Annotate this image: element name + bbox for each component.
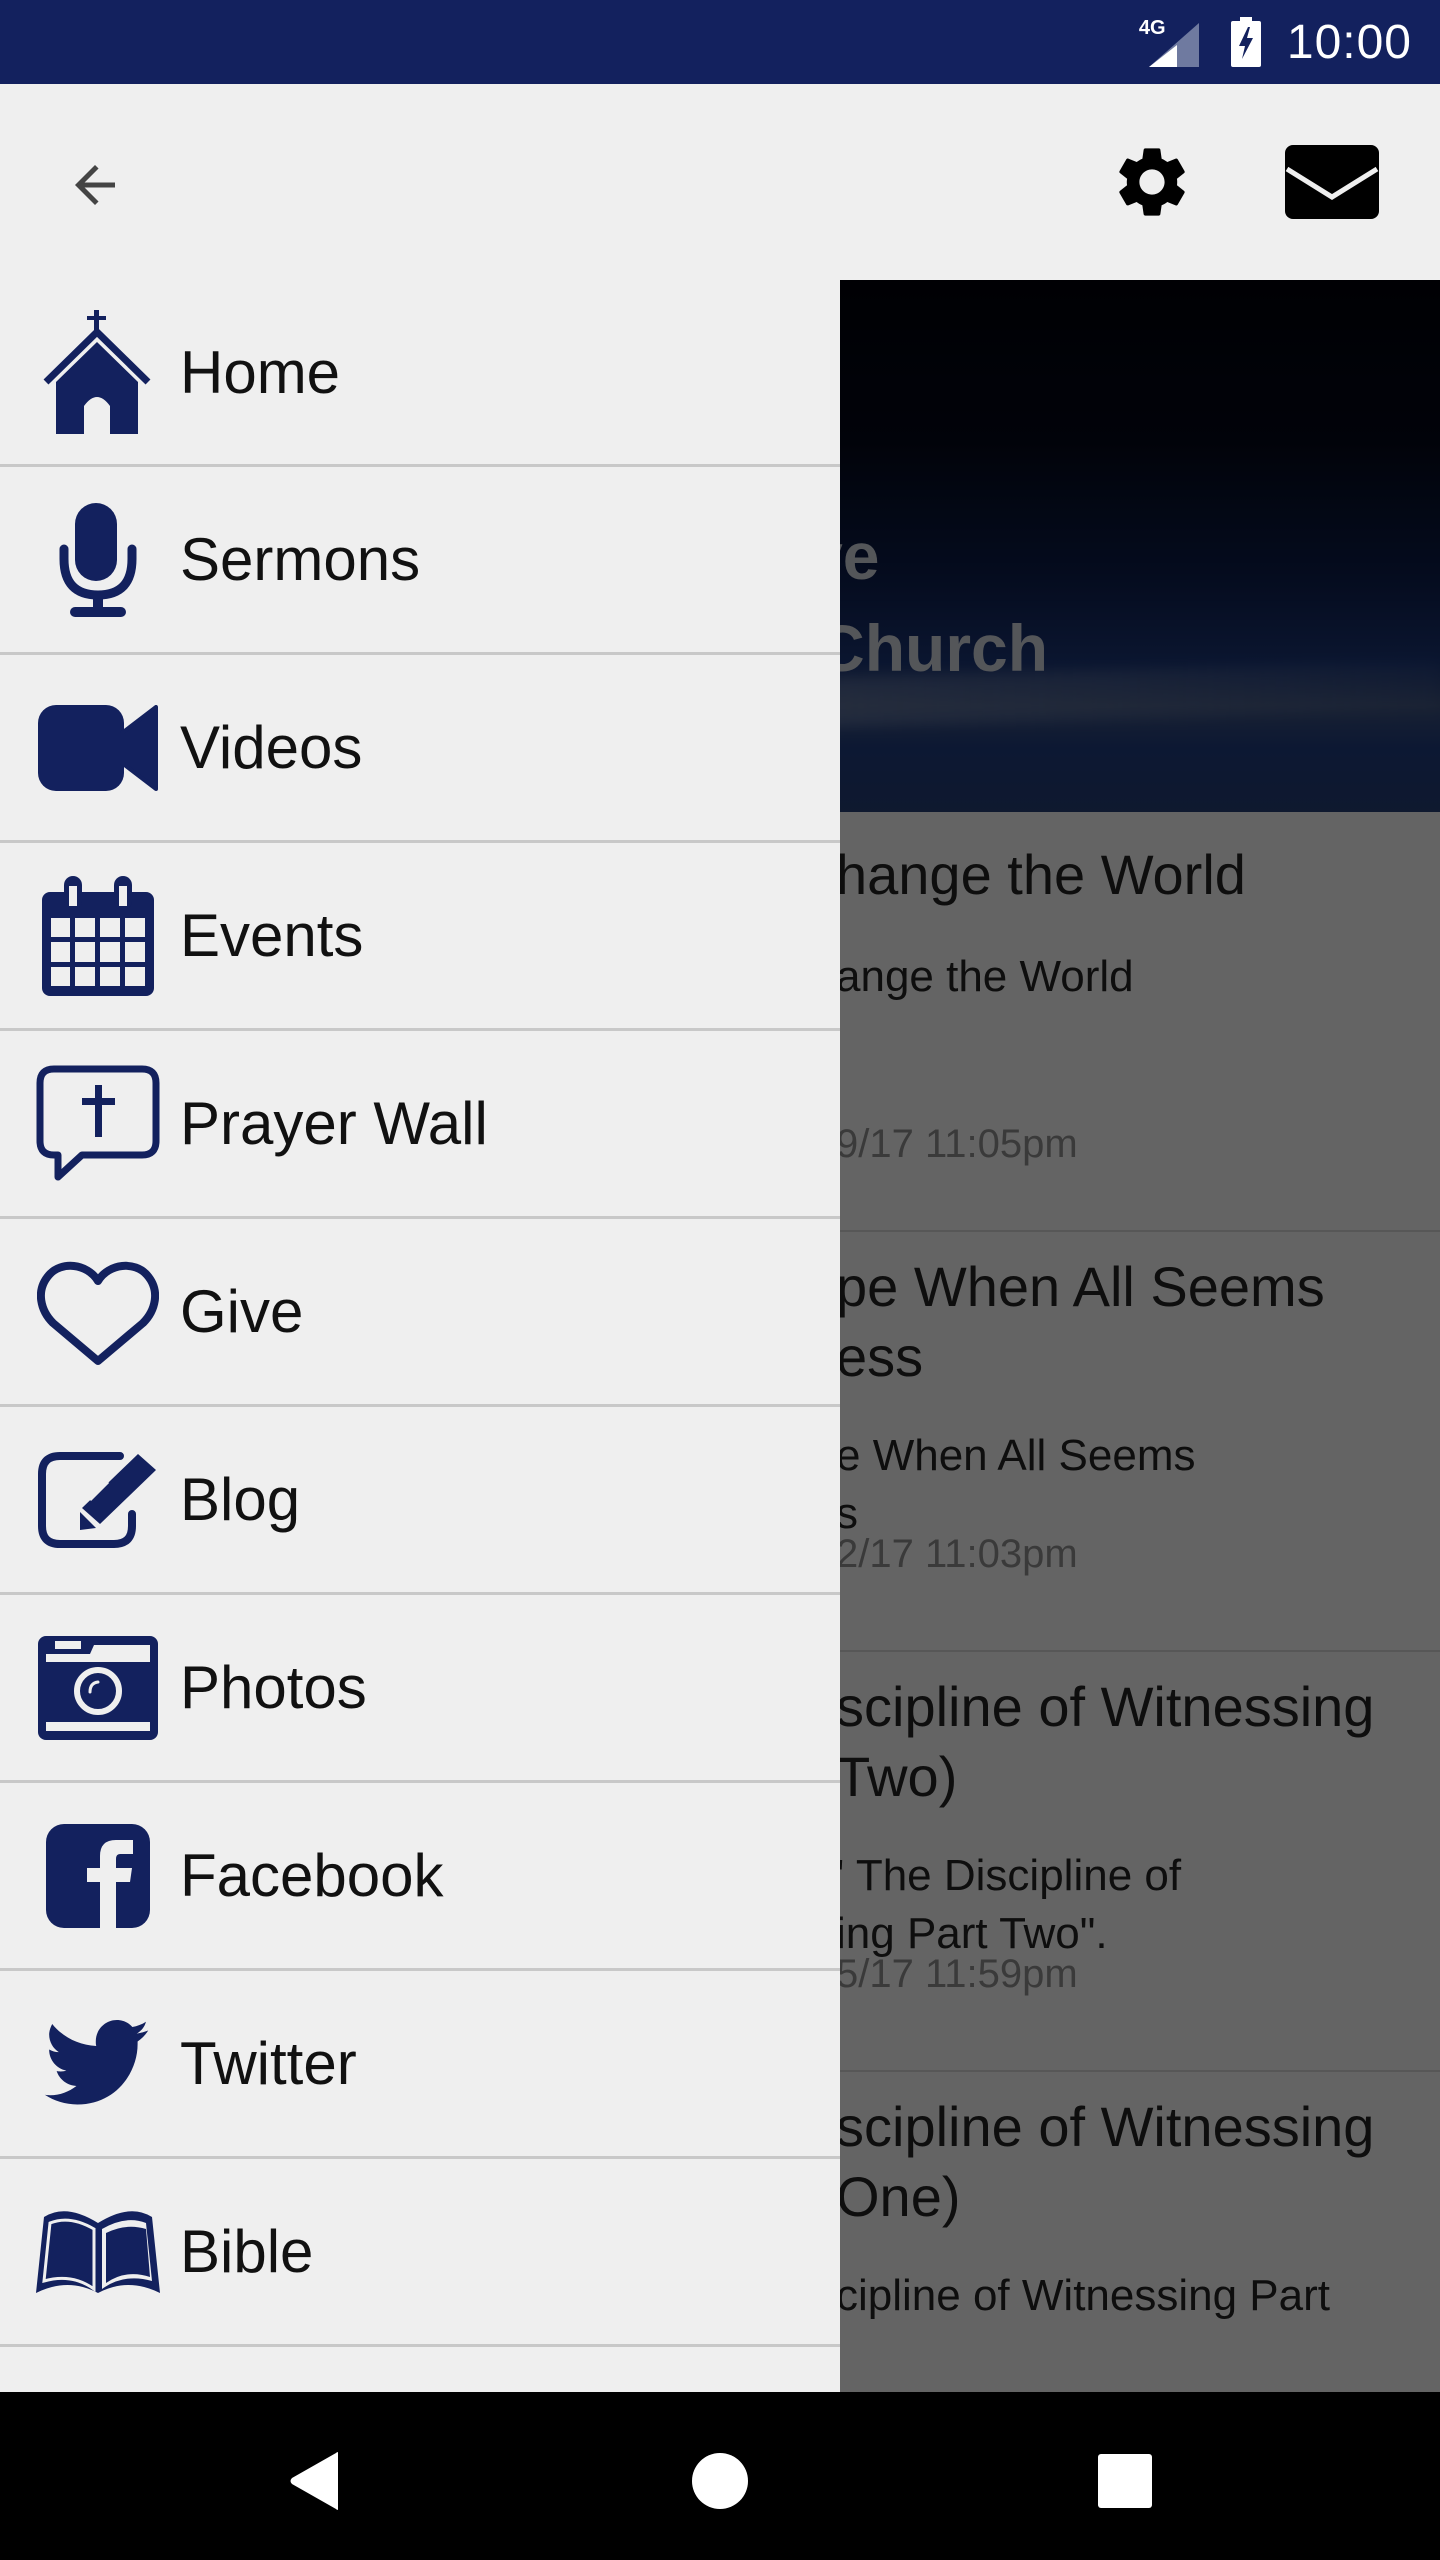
navigation-drawer: Home Sermons Videos Events Prayer Wall G… bbox=[0, 280, 840, 2392]
drawer-item-label: Bible bbox=[180, 2218, 314, 2285]
toolbar bbox=[0, 84, 1440, 280]
back-button[interactable] bbox=[50, 140, 140, 230]
gear-icon bbox=[1119, 148, 1185, 216]
drawer-item-label: Prayer Wall bbox=[180, 1090, 488, 1157]
mail-button[interactable] bbox=[1270, 130, 1394, 234]
drawer-item-label: Sermons bbox=[180, 526, 421, 593]
clock: 10:00 bbox=[1286, 15, 1412, 69]
facebook-icon bbox=[36, 1814, 160, 1938]
drawer-item-facebook[interactable]: Facebook bbox=[0, 1783, 840, 1971]
video-camera-icon bbox=[36, 686, 160, 810]
twitter-icon bbox=[36, 2002, 160, 2126]
camera-icon bbox=[36, 1626, 160, 1750]
drawer-item-blog[interactable]: Blog bbox=[0, 1407, 840, 1595]
drawer-item-bible[interactable]: Bible bbox=[0, 2159, 840, 2347]
drawer-item-label: Events bbox=[180, 902, 364, 969]
drawer-item-prayer-wall[interactable]: Prayer Wall bbox=[0, 1031, 840, 1219]
back-icon bbox=[290, 2452, 338, 2510]
drawer-item-photos[interactable]: Photos bbox=[0, 1595, 840, 1783]
prayer-bubble-icon bbox=[36, 1062, 160, 1186]
drawer-item-label: Photos bbox=[180, 1654, 367, 1721]
drawer-item-twitter[interactable]: Twitter bbox=[0, 1971, 840, 2159]
drawer-item-home[interactable]: Home bbox=[0, 280, 840, 467]
drawer-item-label: Videos bbox=[180, 714, 363, 781]
system-back-button[interactable] bbox=[270, 2436, 360, 2526]
drawer-item-label: Give bbox=[180, 1278, 304, 1345]
drawer-item-sermons[interactable]: Sermons bbox=[0, 467, 840, 655]
home-icon bbox=[692, 2453, 748, 2509]
edit-icon bbox=[36, 1438, 160, 1562]
status-bar: 4G 10:00 bbox=[0, 0, 1440, 84]
church-icon bbox=[36, 310, 160, 434]
calendar-icon bbox=[36, 874, 160, 998]
drawer-item-label: Facebook bbox=[180, 1842, 444, 1909]
network-signal-icon: 4G bbox=[1139, 15, 1205, 69]
heart-icon bbox=[36, 1250, 160, 1374]
system-home-button[interactable] bbox=[675, 2436, 765, 2526]
bible-icon bbox=[36, 2190, 160, 2314]
drawer-item-label: Home bbox=[180, 338, 341, 406]
arrow-back-icon bbox=[75, 165, 115, 205]
battery-charging-icon bbox=[1230, 17, 1261, 67]
drawer-item-give[interactable]: Give bbox=[0, 1219, 840, 1407]
system-navigation-bar bbox=[0, 2392, 1440, 2560]
drawer-item-videos[interactable]: Videos bbox=[0, 655, 840, 843]
drawer-item-events[interactable]: Events bbox=[0, 843, 840, 1031]
recents-icon bbox=[1098, 2454, 1152, 2508]
microphone-icon bbox=[36, 498, 160, 622]
drawer-item-label: Blog bbox=[180, 1466, 301, 1533]
envelope-icon bbox=[1285, 145, 1379, 219]
settings-button[interactable] bbox=[1100, 130, 1204, 234]
system-recents-button[interactable] bbox=[1080, 2436, 1170, 2526]
drawer-item-label: Twitter bbox=[180, 2030, 357, 2097]
